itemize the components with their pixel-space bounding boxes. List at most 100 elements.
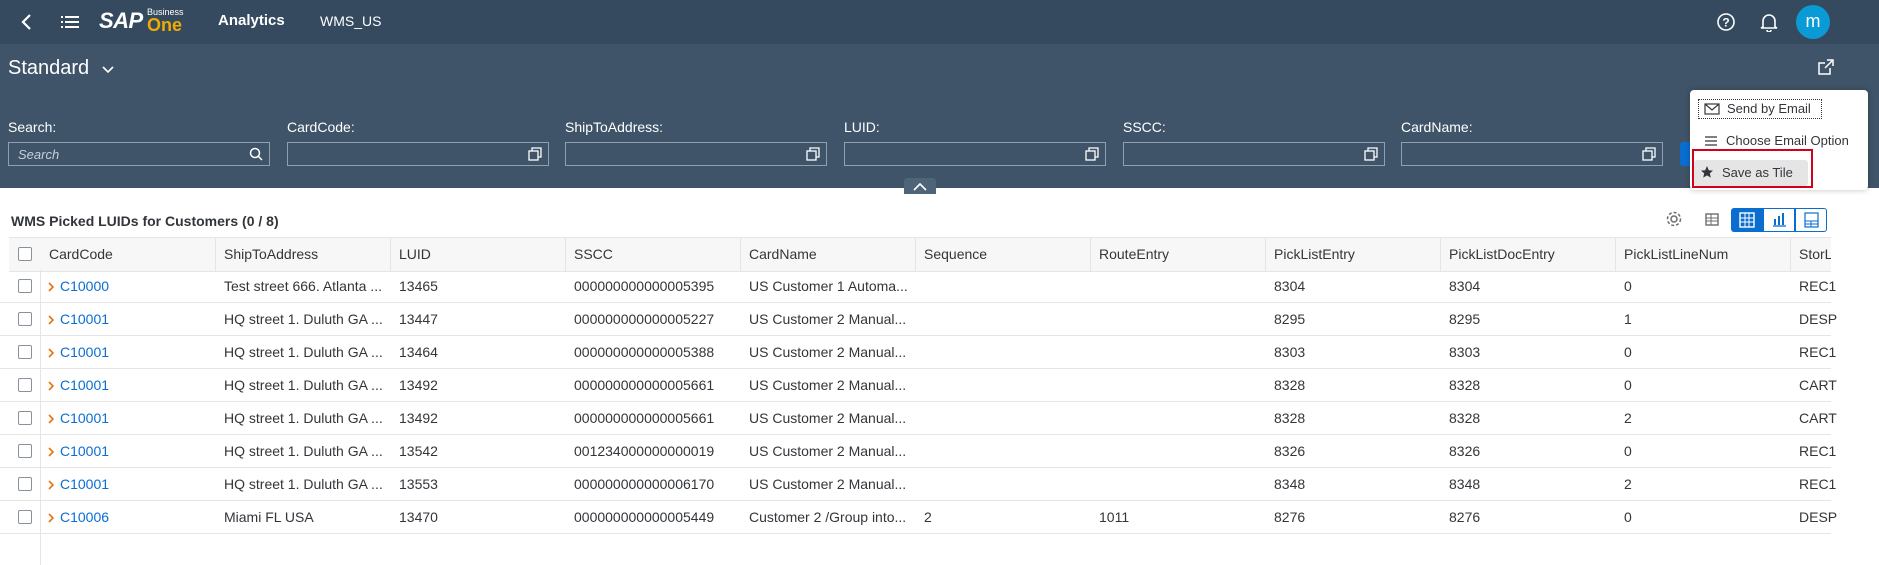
company-name[interactable]: WMS_US bbox=[320, 13, 381, 29]
export-button[interactable] bbox=[1703, 210, 1723, 230]
row-checkbox[interactable] bbox=[18, 477, 32, 491]
list-icon bbox=[1705, 136, 1717, 146]
table-row[interactable]: C10001 HQ street 1. Duluth GA ... 13542 001… bbox=[0, 435, 1836, 468]
column-header-cardcode[interactable]: CardCode bbox=[41, 238, 216, 271]
table-header: CardCode ShipToAddress LUID SSCC CardNam… bbox=[9, 237, 1831, 272]
chevron-right-icon[interactable] bbox=[47, 445, 55, 457]
row-checkbox[interactable] bbox=[18, 510, 32, 524]
table-cell-picklistentry: 8328 bbox=[1274, 410, 1306, 426]
cardname-field[interactable] bbox=[1401, 142, 1663, 166]
chevron-right-icon[interactable] bbox=[47, 379, 55, 391]
value-help-icon[interactable] bbox=[528, 147, 542, 161]
table-cell-cardcode[interactable]: C10001 bbox=[60, 476, 200, 492]
column-header-luid[interactable]: LUID bbox=[391, 238, 566, 271]
table-row[interactable]: C10001 HQ street 1. Duluth GA ... 13447 000… bbox=[0, 303, 1837, 336]
column-header-picklistdocentry[interactable]: PickListDocEntry bbox=[1441, 238, 1616, 271]
table-cell-shiptoaddress: HQ street 1. Duluth GA ... bbox=[224, 377, 383, 393]
value-help-icon[interactable] bbox=[806, 147, 820, 161]
row-checkbox[interactable] bbox=[18, 345, 32, 359]
table-row[interactable]: C10000 Test street 666. Atlanta ... 13465 0… bbox=[0, 270, 1836, 303]
table-row[interactable]: C10001 HQ street 1. Duluth GA ... 13492 000… bbox=[0, 369, 1837, 402]
filter-label-luid: LUID: bbox=[844, 119, 880, 135]
column-header-shiptoaddress[interactable]: ShipToAddress bbox=[216, 238, 391, 271]
table-cell-picklistlinenum: 0 bbox=[1624, 377, 1632, 393]
cardcode-field[interactable] bbox=[287, 142, 549, 166]
value-help-icon[interactable] bbox=[1642, 147, 1656, 161]
table-cell-sscc: 000000000000005449 bbox=[574, 509, 715, 525]
sscc-field[interactable] bbox=[1123, 142, 1385, 166]
table-cell-picklistdocentry: 8276 bbox=[1449, 509, 1481, 525]
table-cell-picklistdocentry: 8328 bbox=[1449, 377, 1481, 393]
share-button[interactable] bbox=[1817, 58, 1837, 78]
menu-button[interactable] bbox=[58, 10, 82, 34]
table-cell-cardcode[interactable]: C10001 bbox=[60, 410, 200, 426]
column-header-picklistlinenum[interactable]: PickListLineNum bbox=[1616, 238, 1791, 271]
avatar[interactable]: m bbox=[1796, 5, 1830, 39]
column-header-routeentry[interactable]: RouteEntry bbox=[1091, 238, 1266, 271]
table-cell-cardname: US Customer 2 Manual... bbox=[749, 344, 907, 360]
table-row[interactable]: C10001 HQ street 1. Duluth GA ... 13553 000… bbox=[0, 468, 1836, 501]
shiptoaddress-field[interactable] bbox=[565, 142, 827, 166]
chart-view-toggle[interactable] bbox=[1763, 208, 1795, 232]
row-checkbox[interactable] bbox=[18, 378, 32, 392]
table-cell-picklistdocentry: 8295 bbox=[1449, 311, 1481, 327]
chart-table-view-toggle[interactable] bbox=[1795, 208, 1827, 232]
table-cell-picklistentry: 8326 bbox=[1274, 443, 1306, 459]
row-checkbox[interactable] bbox=[18, 312, 32, 326]
column-header-sequence[interactable]: Sequence bbox=[916, 238, 1091, 271]
table-view-toggle[interactable] bbox=[1731, 208, 1763, 232]
variant-selector[interactable]: Standard bbox=[8, 57, 115, 80]
table-cell-shiptoaddress: HQ street 1. Duluth GA ... bbox=[224, 410, 383, 426]
table-cell-shiptoaddress: HQ street 1. Duluth GA ... bbox=[224, 476, 383, 492]
table-cell-picklistlinenum: 0 bbox=[1624, 443, 1632, 459]
value-help-icon[interactable] bbox=[1085, 147, 1099, 161]
chevron-right-icon[interactable] bbox=[47, 478, 55, 490]
help-button[interactable]: ? bbox=[1714, 10, 1738, 34]
table-cell-luid: 13447 bbox=[399, 311, 438, 327]
table-cell-cardcode[interactable]: C10001 bbox=[60, 443, 200, 459]
chevron-right-icon[interactable] bbox=[47, 346, 55, 358]
column-header-picklistentry[interactable]: PickListEntry bbox=[1266, 238, 1441, 271]
table-row[interactable]: C10006 Miami FL USA 13470 00000000000000544… bbox=[0, 501, 1837, 534]
table-cell-cardcode[interactable]: C10001 bbox=[60, 311, 200, 327]
table-cell-storl: REC1 bbox=[1799, 443, 1837, 459]
row-checkbox[interactable] bbox=[18, 411, 32, 425]
email-icon bbox=[1704, 103, 1720, 115]
row-checkbox[interactable] bbox=[18, 444, 32, 458]
luid-field[interactable] bbox=[844, 142, 1106, 166]
table-settings-button[interactable] bbox=[1665, 210, 1685, 230]
table-cell-storl: DESP bbox=[1799, 311, 1838, 327]
table-cell-luid: 13464 bbox=[399, 344, 438, 360]
table-cell-picklistdocentry: 8326 bbox=[1449, 443, 1481, 459]
shell-bar: SAP Business One Analytics WMS_US ? m bbox=[0, 0, 1879, 44]
chevron-right-icon[interactable] bbox=[47, 313, 55, 325]
column-header-sscc[interactable]: SSCC bbox=[566, 238, 741, 271]
chevron-right-icon[interactable] bbox=[47, 511, 55, 523]
go-button-edge[interactable] bbox=[1680, 142, 1690, 166]
row-checkbox[interactable] bbox=[18, 279, 32, 293]
search-input[interactable]: Search bbox=[8, 142, 270, 166]
table-cell-picklistentry: 8348 bbox=[1274, 476, 1306, 492]
back-button[interactable] bbox=[14, 10, 38, 34]
search-icon[interactable] bbox=[249, 147, 263, 161]
value-help-icon[interactable] bbox=[1364, 147, 1378, 161]
column-header-storl[interactable]: StorL bbox=[1791, 238, 1831, 271]
table-row[interactable]: C10001 HQ street 1. Duluth GA ... 13464 000… bbox=[0, 336, 1836, 369]
table-cell-luid: 13492 bbox=[399, 410, 438, 426]
sap-logo[interactable]: SAP Business One bbox=[99, 7, 191, 35]
table-cell-storl: REC1 bbox=[1799, 344, 1837, 360]
table-cell-cardcode[interactable]: C10000 bbox=[60, 278, 200, 294]
select-all-checkbox[interactable] bbox=[18, 247, 32, 261]
table-row[interactable]: C10001 HQ street 1. Duluth GA ... 13492 000… bbox=[0, 402, 1837, 435]
table-cell-cardcode[interactable]: C10001 bbox=[60, 377, 200, 393]
table-cell-shiptoaddress: HQ street 1. Duluth GA ... bbox=[224, 344, 383, 360]
column-header-cardname[interactable]: CardName bbox=[741, 238, 916, 271]
chevron-right-icon[interactable] bbox=[47, 412, 55, 424]
chevron-right-icon[interactable] bbox=[47, 280, 55, 292]
filter-label-shiptoaddress: ShipToAddress: bbox=[565, 119, 664, 135]
table-cell-cardcode[interactable]: C10001 bbox=[60, 344, 200, 360]
send-email-item[interactable]: Send by Email bbox=[1698, 99, 1822, 119]
table-cell-picklistdocentry: 8348 bbox=[1449, 476, 1481, 492]
table-cell-cardcode[interactable]: C10006 bbox=[60, 509, 200, 525]
notifications-button[interactable] bbox=[1757, 10, 1781, 34]
